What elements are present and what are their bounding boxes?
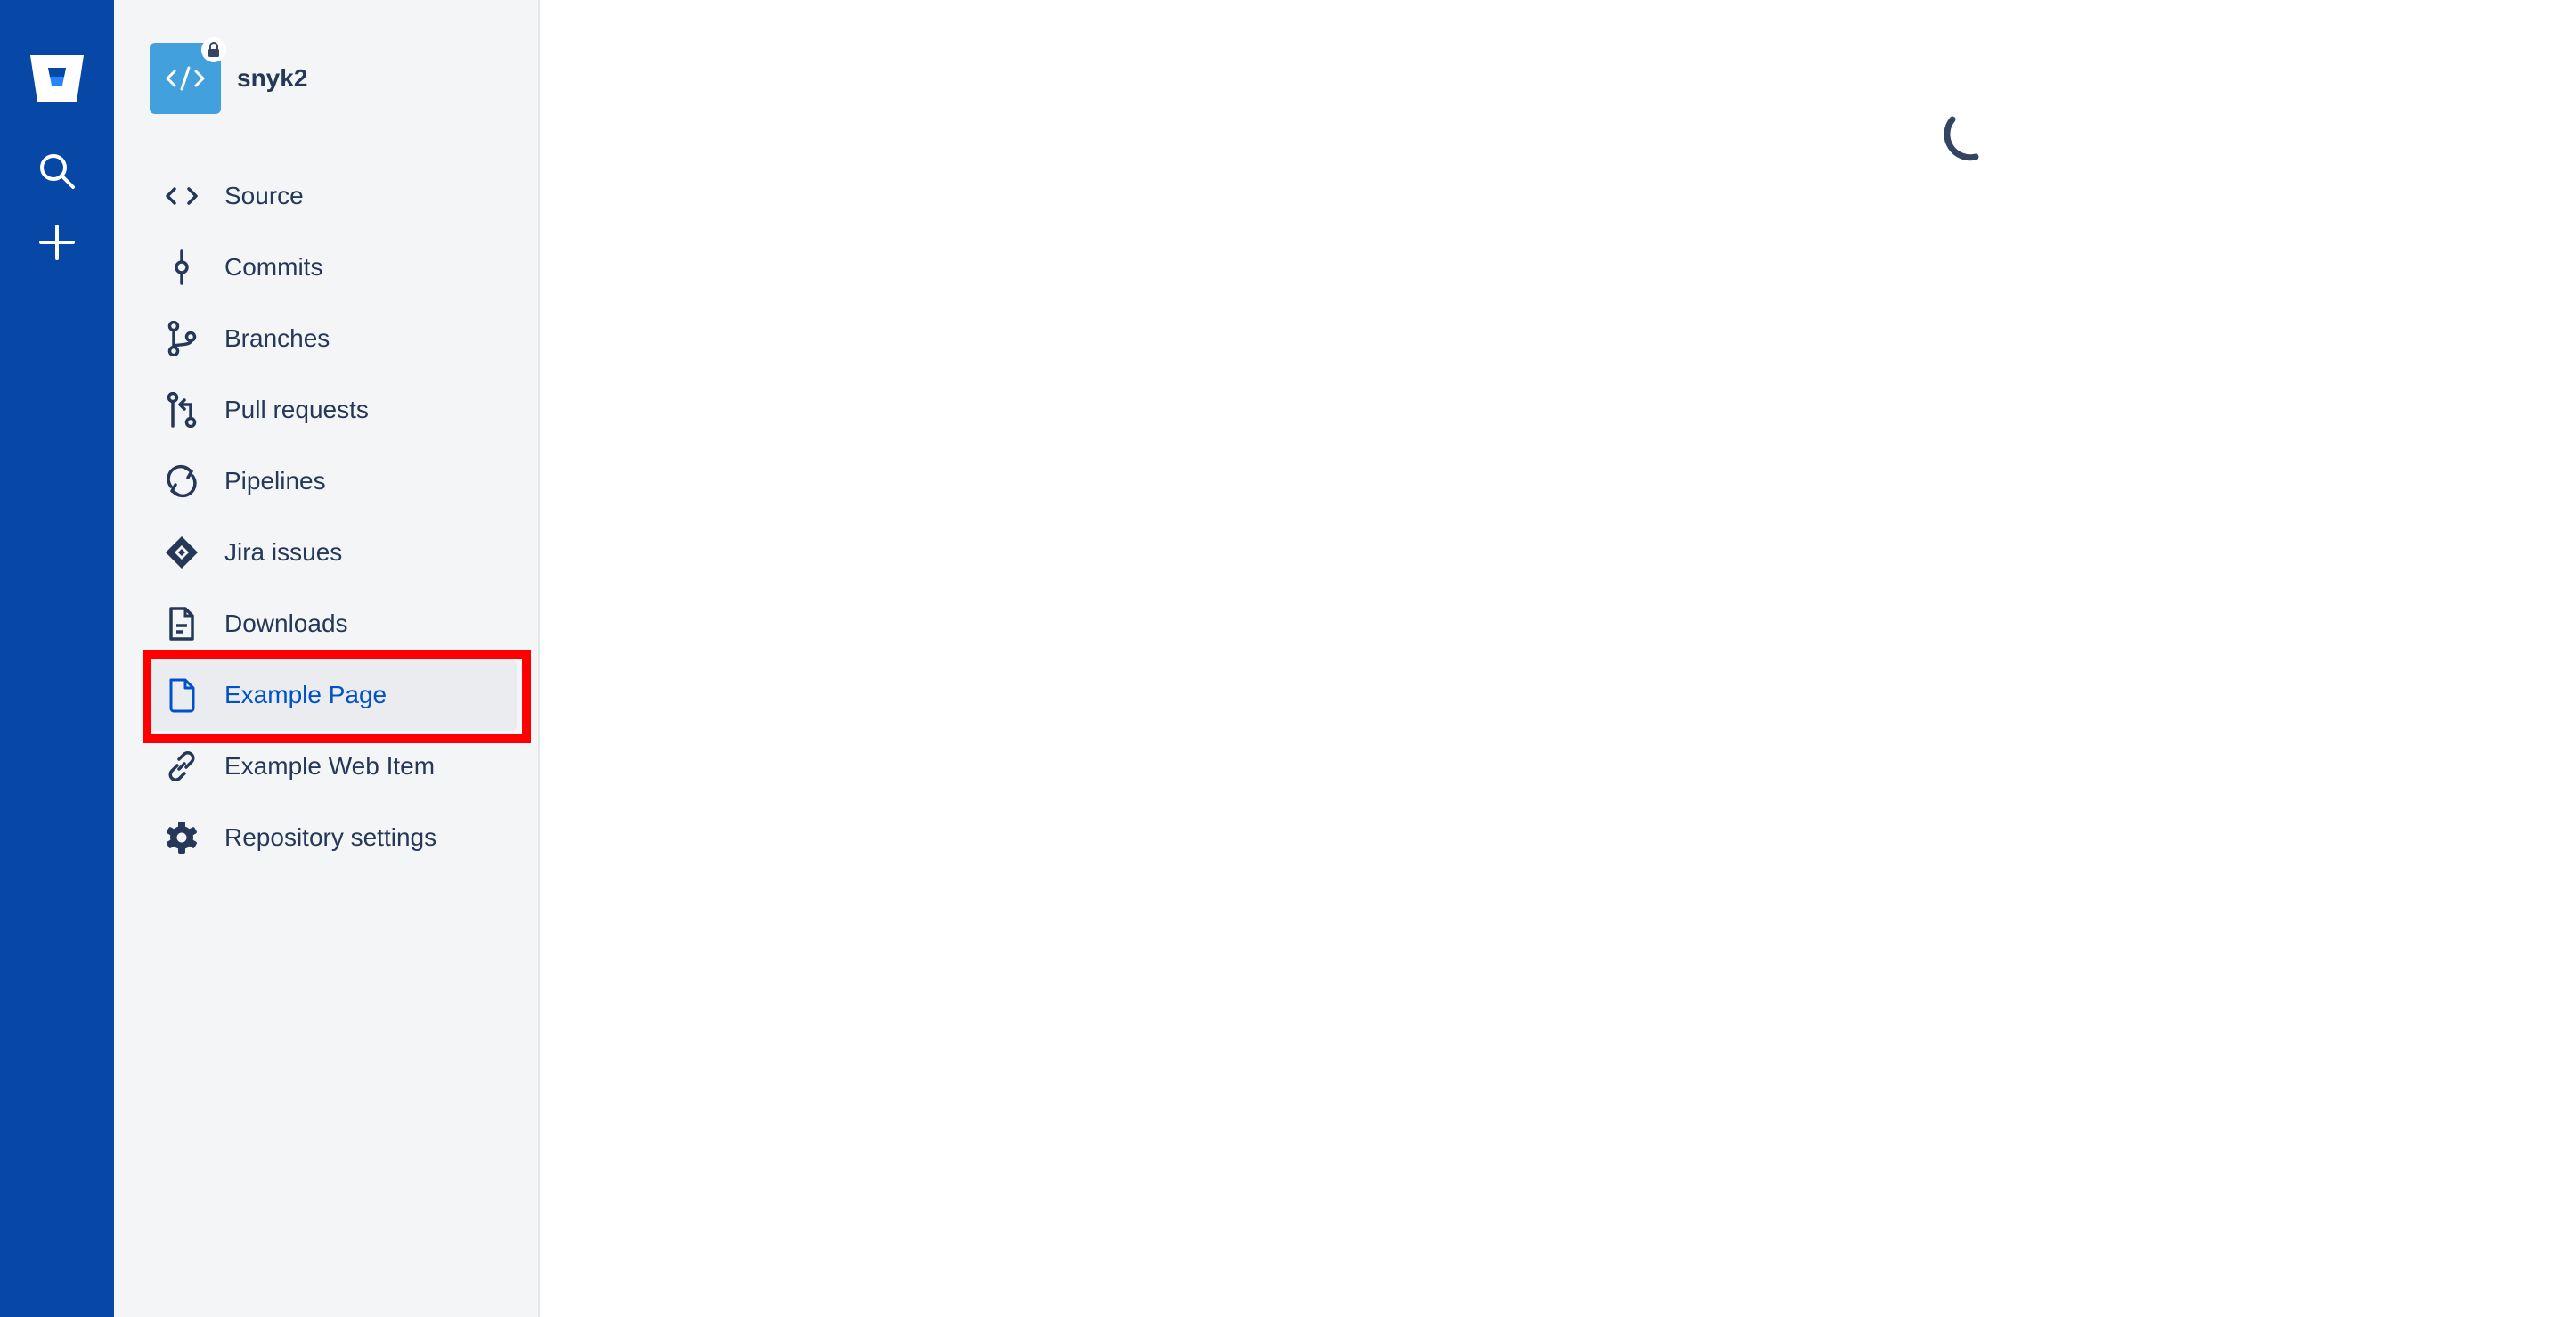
sidebar-item-jira-issues[interactable]: Jira issues xyxy=(143,517,517,588)
bitbucket-logo-icon[interactable] xyxy=(21,43,93,114)
sidebar-item-pipelines[interactable]: Pipelines xyxy=(143,446,517,517)
sidebar-item-example-page[interactable]: Example Page xyxy=(143,659,517,731)
sidebar-item-label: Repository settings xyxy=(224,823,437,851)
sidebar-navigation: Source Commits Branches Pull requests Pi… xyxy=(143,160,517,873)
pull-request-icon xyxy=(160,389,203,431)
sidebar-item-downloads[interactable]: Downloads xyxy=(143,588,517,659)
link-icon xyxy=(160,745,203,788)
sidebar-item-label: Source xyxy=(224,182,304,209)
sidebar-item-label: Example Web Item xyxy=(224,752,436,780)
sidebar-item-commits[interactable]: Commits xyxy=(143,232,517,303)
commit-icon xyxy=(160,246,203,289)
code-icon xyxy=(166,66,205,91)
sidebar-item-label: Jira issues xyxy=(224,538,343,566)
sidebar-item-branches[interactable]: Branches xyxy=(143,303,517,374)
repository-avatar xyxy=(150,37,226,114)
branch-icon xyxy=(160,317,203,360)
sidebar-item-label: Example Page xyxy=(224,681,387,708)
gear-icon xyxy=(160,816,203,859)
repository-name: snyk2 xyxy=(237,64,308,92)
lock-icon xyxy=(201,37,226,62)
sidebar-item-label: Commits xyxy=(224,253,323,281)
sidebar-item-pull-requests[interactable]: Pull requests xyxy=(143,374,517,446)
sidebar-item-example-web-item[interactable]: Example Web Item xyxy=(143,731,517,802)
jira-icon xyxy=(160,531,203,574)
repository-sidebar: snyk2 Source Commits Branches Pull reque… xyxy=(114,0,540,1317)
sidebar-item-source[interactable]: Source xyxy=(143,160,517,232)
sidebar-item-label: Pipelines xyxy=(224,467,326,495)
download-document-icon xyxy=(160,602,203,645)
sidebar-item-repository-settings[interactable]: Repository settings xyxy=(143,802,517,873)
sidebar-item-label: Downloads xyxy=(224,609,348,637)
page-icon xyxy=(160,674,203,716)
sidebar-item-label: Pull requests xyxy=(224,396,369,423)
sidebar-item-label: Branches xyxy=(224,324,330,352)
repository-header[interactable]: snyk2 xyxy=(150,37,308,114)
source-code-icon xyxy=(160,175,203,217)
pipelines-icon xyxy=(160,460,203,503)
search-icon[interactable] xyxy=(21,135,93,207)
spinner-icon xyxy=(1933,107,2004,178)
create-plus-icon[interactable] xyxy=(21,207,93,278)
global-navigation xyxy=(0,0,114,1317)
